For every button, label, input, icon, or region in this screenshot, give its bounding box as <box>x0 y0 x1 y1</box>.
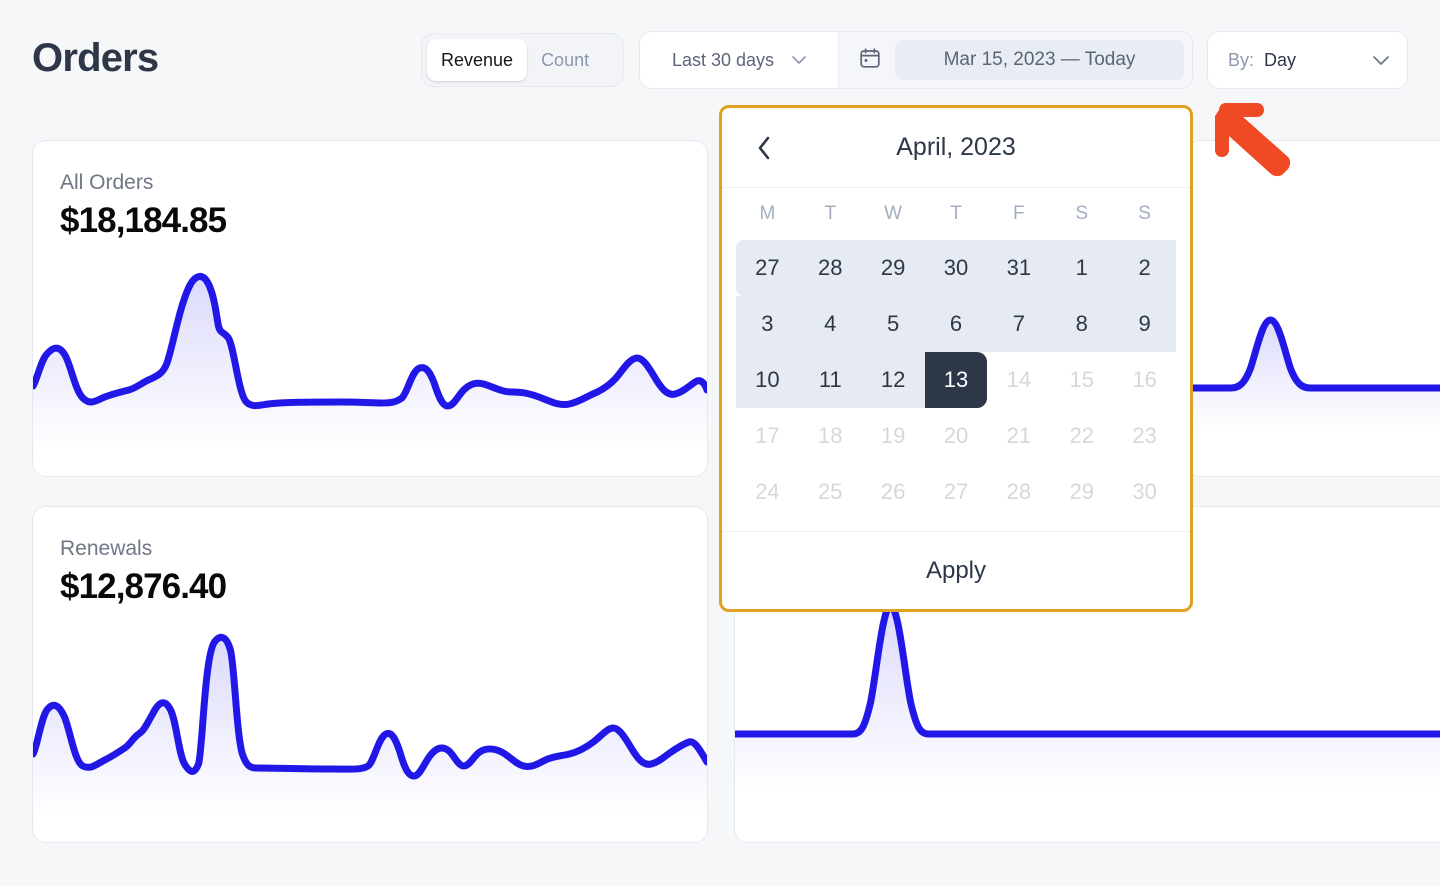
chevron-down-icon <box>792 56 806 64</box>
calendar-day: 29 <box>1050 464 1113 520</box>
chevron-down-icon <box>1373 56 1387 64</box>
calendar-day[interactable]: 2 <box>1113 240 1176 296</box>
calendar-month-title: April, 2023 <box>722 133 1190 162</box>
chevron-left-icon[interactable] <box>746 130 782 166</box>
calendar-day: 20 <box>925 408 988 464</box>
sparkline-renewals <box>33 614 707 814</box>
calendar-day: 19 <box>862 408 925 464</box>
sparkline-all-orders <box>33 248 707 448</box>
calendar-day-grid: 2728293031123456789101112131415161718192… <box>722 240 1190 520</box>
metric-toggle-revenue[interactable]: Revenue <box>427 39 527 81</box>
calendar-weekday-row: M T W T F S S <box>722 188 1190 240</box>
calendar-day: 30 <box>1113 464 1176 520</box>
weekday-label: T <box>799 203 862 225</box>
metric-toggle-count[interactable]: Count <box>527 39 603 81</box>
card-value: $12,876.40 <box>60 567 226 607</box>
calendar-day: 17 <box>736 408 799 464</box>
calendar-day[interactable]: 13 <box>925 352 988 408</box>
date-range-field-wrap: Mar 15, 2023 — Today <box>839 32 1192 88</box>
card-label: All Orders <box>60 171 153 195</box>
calendar-day[interactable]: 7 <box>987 296 1050 352</box>
date-picker-popover: April, 2023 M T W T F S S 27282930311234… <box>719 105 1193 612</box>
calendar-day[interactable]: 10 <box>736 352 799 408</box>
calendar-icon <box>859 47 881 74</box>
calendar-day[interactable]: 12 <box>862 352 925 408</box>
calendar-day: 28 <box>987 464 1050 520</box>
calendar-day[interactable]: 31 <box>987 240 1050 296</box>
calendar-day[interactable]: 11 <box>799 352 862 408</box>
range-preset-label: Last 30 days <box>672 50 774 71</box>
range-preset-dropdown[interactable]: Last 30 days <box>640 32 839 88</box>
card-value: $18,184.85 <box>60 201 226 241</box>
calendar-day[interactable]: 9 <box>1113 296 1176 352</box>
calendar-day: 26 <box>862 464 925 520</box>
calendar-day[interactable]: 6 <box>925 296 988 352</box>
date-range-input[interactable]: Mar 15, 2023 — Today <box>895 40 1184 80</box>
calendar-day: 16 <box>1113 352 1176 408</box>
calendar-day[interactable]: 3 <box>736 296 799 352</box>
calendar-day[interactable]: 8 <box>1050 296 1113 352</box>
weekday-label: S <box>1113 203 1176 225</box>
card-all-orders: All Orders $18,184.85 <box>32 140 708 477</box>
metric-toggle[interactable]: Revenue Count <box>421 33 624 87</box>
date-range-control: Last 30 days Mar 15, 2023 — Today <box>639 31 1193 89</box>
calendar-day[interactable]: 5 <box>862 296 925 352</box>
weekday-label: M <box>736 203 799 225</box>
card-renewals: Renewals $12,876.40 <box>32 506 708 843</box>
calendar-day[interactable]: 29 <box>862 240 925 296</box>
calendar-day[interactable]: 4 <box>799 296 862 352</box>
weekday-label: T <box>925 203 988 225</box>
calendar-footer: Apply <box>722 531 1190 609</box>
calendar-day: 24 <box>736 464 799 520</box>
sparkline-top-right <box>1187 228 1440 428</box>
page-title: Orders <box>32 36 158 81</box>
calendar-day[interactable]: 27 <box>736 240 799 296</box>
weekday-label: W <box>862 203 925 225</box>
card-top-right <box>1186 140 1440 477</box>
calendar-day: 25 <box>799 464 862 520</box>
weekday-label: F <box>987 203 1050 225</box>
calendar-day: 22 <box>1050 408 1113 464</box>
calendar-day: 27 <box>925 464 988 520</box>
calendar-header: April, 2023 <box>722 108 1190 188</box>
calendar-day: 23 <box>1113 408 1176 464</box>
calendar-day: 15 <box>1050 352 1113 408</box>
calendar-day: 18 <box>799 408 862 464</box>
card-label: Renewals <box>60 537 152 561</box>
calendar-day[interactable]: 1 <box>1050 240 1113 296</box>
calendar-day[interactable]: 28 <box>799 240 862 296</box>
apply-button[interactable]: Apply <box>926 557 986 585</box>
group-by-dropdown[interactable]: By: Day <box>1207 31 1408 89</box>
calendar-day[interactable]: 30 <box>925 240 988 296</box>
calendar-day: 21 <box>987 408 1050 464</box>
calendar-day: 14 <box>987 352 1050 408</box>
page-header: Orders Revenue Count Last 30 days <box>0 0 1440 120</box>
group-by-value: Day <box>1264 50 1296 71</box>
weekday-label: S <box>1050 203 1113 225</box>
group-by-label: By: <box>1228 50 1254 71</box>
